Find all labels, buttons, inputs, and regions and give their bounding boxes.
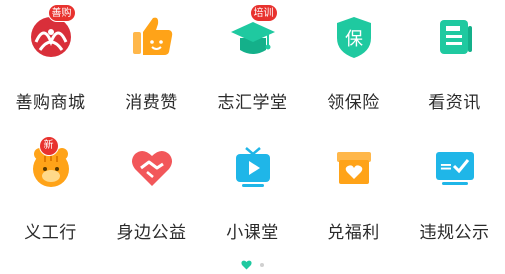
shield-glyph: 保: [345, 29, 363, 50]
board-check-icon: =: [430, 142, 480, 192]
heart-dot-active-icon: [241, 255, 252, 274]
graduation-cap-icon: 培训: [228, 4, 278, 62]
shortcut-grid: 善购 善购商城 消费赞 培训 志汇学堂 保 领保险 看资讯 新 义工行 身边公益…: [0, 0, 505, 270]
board-glyph: =: [439, 157, 452, 176]
tv-play-icon: [228, 142, 278, 192]
training-badge: 培训: [249, 4, 278, 22]
page-indicator: [0, 254, 505, 270]
heart-handshake-icon: [127, 142, 177, 192]
grid-item-label: 看资讯: [428, 93, 481, 113]
grid-item-label: 违规公示: [419, 223, 490, 243]
shield-icon: 保: [329, 12, 379, 62]
grid-item-news[interactable]: 看资讯: [404, 10, 505, 135]
grid-item-label: 小课堂: [226, 223, 279, 243]
goods-mall-icon: 善购: [26, 4, 76, 62]
grid-item-label: 兑福利: [327, 223, 380, 243]
gift-box-icon: [329, 142, 379, 192]
grid-item-label: 领保险: [327, 93, 380, 113]
grid-item-label: 义工行: [24, 223, 77, 243]
grid-item-mini-class[interactable]: 小课堂: [202, 140, 303, 265]
grid-item-charity[interactable]: 身边公益: [101, 140, 202, 265]
tiger-icon: 新: [26, 136, 76, 192]
new-badge: 新: [38, 136, 59, 156]
grid-item-label: 身边公益: [116, 223, 187, 243]
grid-item-insurance[interactable]: 保 领保险: [303, 10, 404, 135]
grid-item-goods-mall[interactable]: 善购 善购商城: [0, 4, 101, 135]
grid-item-consumption-like[interactable]: 消费赞: [101, 10, 202, 135]
grid-item-label: 善购商城: [15, 93, 86, 113]
grid-item-label: 消费赞: [125, 93, 178, 113]
grid-item-violation-notice[interactable]: = 违规公示: [404, 140, 505, 265]
thumbs-up-icon: [127, 12, 177, 62]
grid-item-label: 志汇学堂: [217, 93, 288, 113]
grid-item-academy[interactable]: 培训 志汇学堂: [202, 4, 303, 135]
promo-badge: 善购: [47, 4, 76, 22]
grid-item-volunteer[interactable]: 新 义工行: [0, 136, 101, 265]
news-icon: [430, 12, 480, 62]
page-dot-inactive[interactable]: [260, 262, 265, 267]
grid-item-welfare[interactable]: 兑福利: [303, 140, 404, 265]
